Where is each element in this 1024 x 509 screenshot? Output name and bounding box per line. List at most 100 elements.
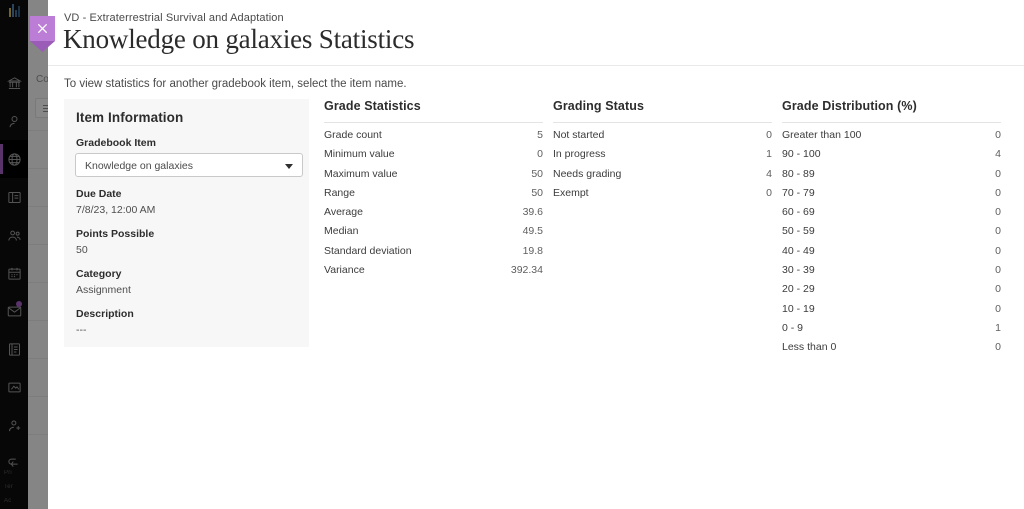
- stat-row: Needs grading 4: [553, 168, 772, 187]
- stat-row: Average 39.6: [324, 206, 543, 225]
- stat-label: Grade count: [324, 129, 382, 141]
- stat-value: 0: [766, 129, 772, 141]
- grade-statistics-rows: Grade count 5 Minimum value 0 Maximum value 5…: [324, 129, 543, 283]
- stat-value: 49.5: [523, 225, 543, 237]
- stat-label: Median: [324, 225, 358, 237]
- gradebook-item-label: Gradebook Item: [76, 137, 156, 149]
- divider: [782, 122, 1001, 123]
- stat-label: Variance: [324, 264, 365, 276]
- stat-value: 0: [995, 225, 1001, 237]
- stat-label: Exempt: [553, 187, 589, 199]
- page-title: Knowledge on galaxies Statistics: [63, 24, 414, 55]
- stat-row: Range50: [324, 187, 543, 206]
- stat-value: 0: [766, 187, 772, 199]
- stat-row: 40 - 49 0: [782, 245, 1001, 264]
- stat-label: Less than 0: [782, 341, 836, 353]
- item-information-panel: Item Information Gradebook Item Knowledg…: [64, 99, 309, 347]
- stat-row: 20 - 29 0: [782, 283, 1001, 302]
- stat-label: Maximum value: [324, 168, 398, 180]
- modal-header: VD - Extraterrestrial Survival and Adapt…: [48, 0, 1024, 66]
- grade-statistics-column: Grade Statistics Grade count 5 Minimum val…: [324, 99, 543, 283]
- stat-row: Exempt 0: [553, 187, 772, 206]
- divider: [553, 122, 772, 123]
- points-possible-label: Points Possible: [76, 228, 154, 240]
- close-tag-fold: [30, 41, 55, 52]
- grading-status-column: Grading Status Not started 0 In progress1N…: [553, 99, 772, 206]
- item-information-heading: Item Information: [76, 110, 183, 125]
- screen: Co: [0, 0, 1024, 509]
- divider: [324, 122, 543, 123]
- grade-distribution-heading: Grade Distribution (%): [782, 99, 1001, 113]
- stat-label: Standard deviation: [324, 245, 412, 257]
- stat-row: 90 - 1004: [782, 148, 1001, 167]
- points-possible-value: 50: [76, 244, 88, 256]
- stat-value: 19.8: [523, 245, 543, 257]
- chevron-down-icon: [285, 164, 293, 169]
- stat-value: 0: [537, 148, 543, 160]
- grading-status-rows: Not started 0 In progress1Needs grading 4 Ex…: [553, 129, 772, 206]
- stat-row: Median 49.5: [324, 225, 543, 244]
- stat-row: Minimum value 0: [324, 148, 543, 167]
- stat-value: 0: [995, 245, 1001, 257]
- stat-value: 4: [766, 168, 772, 180]
- stat-row: Greater than 100 0: [782, 129, 1001, 148]
- category-value: Assignment: [76, 284, 131, 296]
- grade-distribution-rows: Greater than 100090 - 100480 - 89070 - 7…: [782, 129, 1001, 361]
- course-breadcrumb: VD - Extraterrestrial Survival and Adapt…: [64, 12, 284, 24]
- stat-row: Grade count 5: [324, 129, 543, 148]
- stat-label: 10 - 19: [782, 303, 815, 315]
- stat-row: Variance 392.34: [324, 264, 543, 283]
- stat-value: 0: [995, 264, 1001, 276]
- grade-distribution-column: Grade Distribution (%) Greater than 100 0…: [782, 99, 1001, 361]
- stat-label: 0 - 9: [782, 322, 803, 334]
- stat-label: 50 - 59: [782, 225, 815, 237]
- stat-value: 0: [995, 187, 1001, 199]
- stat-row: 70 - 790: [782, 187, 1001, 206]
- stat-value: 0: [995, 168, 1001, 180]
- stat-label: 20 - 29: [782, 283, 815, 295]
- due-date-value: 7/8/23, 12:00 AM: [76, 204, 155, 216]
- stat-label: 60 - 69: [782, 206, 815, 218]
- stat-row: Less than 0 0: [782, 341, 1001, 360]
- grade-statistics-heading: Grade Statistics: [324, 99, 543, 113]
- instruction-text: To view statistics for another gradebook…: [64, 78, 407, 90]
- stat-value: 4: [995, 148, 1001, 160]
- stat-label: Greater than 100: [782, 129, 861, 141]
- stat-value: 0: [995, 283, 1001, 295]
- stat-value: 0: [995, 129, 1001, 141]
- statistics-modal: VD - Extraterrestrial Survival and Adapt…: [48, 0, 1024, 509]
- category-label: Category: [76, 268, 122, 280]
- stat-label: Not started: [553, 129, 604, 141]
- stat-label: Minimum value: [324, 148, 395, 160]
- due-date-label: Due Date: [76, 188, 122, 200]
- stat-row: 0 - 9 1: [782, 322, 1001, 341]
- stat-value: 0: [995, 206, 1001, 218]
- stat-row: Standard deviation 19.8: [324, 245, 543, 264]
- stat-label: 30 - 39: [782, 264, 815, 276]
- close-button[interactable]: [30, 16, 55, 52]
- stat-label: Needs grading: [553, 168, 621, 180]
- stat-value: 0: [995, 341, 1001, 353]
- stat-row: In progress1: [553, 148, 772, 167]
- close-icon: [36, 22, 49, 35]
- stat-row: 30 - 39 0: [782, 264, 1001, 283]
- description-label: Description: [76, 308, 134, 320]
- gradebook-item-selected-value: Knowledge on galaxies: [85, 160, 193, 172]
- gradebook-item-select[interactable]: Knowledge on galaxies: [75, 153, 303, 177]
- grading-status-heading: Grading Status: [553, 99, 772, 113]
- stat-value: 0: [995, 303, 1001, 315]
- stat-label: 40 - 49: [782, 245, 815, 257]
- stat-value: 1: [995, 322, 1001, 334]
- stat-label: Average: [324, 206, 363, 218]
- description-value: ---: [76, 324, 87, 336]
- stat-value: 392.34: [511, 264, 543, 276]
- stat-value: 39.6: [523, 206, 543, 218]
- stat-row: 80 - 89 0: [782, 168, 1001, 187]
- stat-label: 80 - 89: [782, 168, 815, 180]
- stat-value: 50: [531, 168, 543, 180]
- stat-value: 5: [537, 129, 543, 141]
- stat-row: 50 - 59 0: [782, 225, 1001, 244]
- stat-row: Maximum value 50: [324, 168, 543, 187]
- stat-value: 1: [766, 148, 772, 160]
- stat-row: 10 - 19 0: [782, 303, 1001, 322]
